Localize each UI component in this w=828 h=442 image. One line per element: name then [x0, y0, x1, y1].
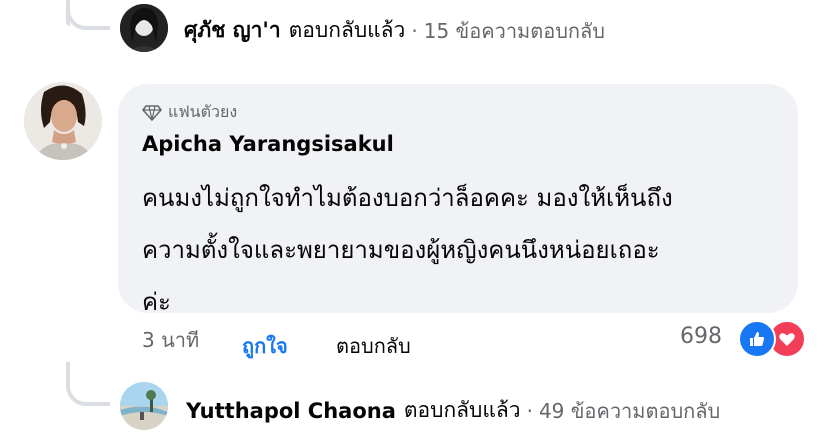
comment-author-avatar[interactable] [24, 82, 102, 160]
diamond-icon [142, 104, 162, 121]
thread-line-top-curve [66, 0, 110, 30]
avatar-image [24, 82, 102, 160]
like-reaction-icon [738, 320, 776, 358]
comment-text-line: ความตั้งใจและพยายามของผู้หญิงคนนึงหน่อยเ… [142, 236, 660, 264]
badge-label: แฟนตัวยง [168, 102, 238, 121]
like-button[interactable]: ถูกใจ [242, 330, 288, 362]
separator-dot: · [526, 398, 533, 423]
reply-row-top[interactable]: ศุภัช ญา'า ตอบกลับแล้ว · 15 ข้อความตอบกล… [184, 14, 605, 47]
comment-text-line: คนมงไม่ถูกใจทำไมต้องบอกว่าล็อคคะ มองให้เ… [142, 184, 673, 212]
reply-avatar-top[interactable] [120, 4, 168, 52]
reply-count[interactable]: 49 ข้อความตอบกลับ [539, 395, 720, 427]
top-fan-badge: แฟนตัวยง [142, 100, 237, 125]
comment-text: คนมงไม่ถูกใจทำไมต้องบอกว่าล็อคคะ มองให้เ… [142, 172, 782, 328]
reaction-count[interactable]: 698 [680, 324, 722, 349]
comment-text-line: ค่ะ [142, 288, 171, 316]
reply-action-label: ตอบกลับแล้ว [403, 398, 521, 422]
comment-author-name[interactable]: Apicha Yarangsisakul [142, 132, 394, 156]
reply-count[interactable]: 15 ข้อความตอบกลับ [424, 15, 605, 47]
thread-line-bottom [66, 362, 110, 406]
reply-author-name[interactable]: Yutthapol Chaona [186, 399, 396, 423]
reaction-icons[interactable] [738, 320, 808, 358]
comment-timestamp[interactable]: 3 นาที [142, 324, 199, 356]
avatar-image-top [120, 4, 168, 52]
reply-action-label: ตอบกลับแล้ว [288, 18, 406, 42]
reply-avatar-bottom[interactable] [120, 382, 168, 430]
reply-row-bottom[interactable]: Yutthapol Chaona ตอบกลับแล้ว · 49 ข้อควา… [186, 394, 720, 427]
reply-button[interactable]: ตอบกลับ [336, 330, 411, 362]
reply-author-name[interactable]: ศุภัช ญา'า [184, 14, 281, 47]
separator-dot: · [411, 18, 418, 43]
avatar-image-bottom [120, 382, 168, 430]
